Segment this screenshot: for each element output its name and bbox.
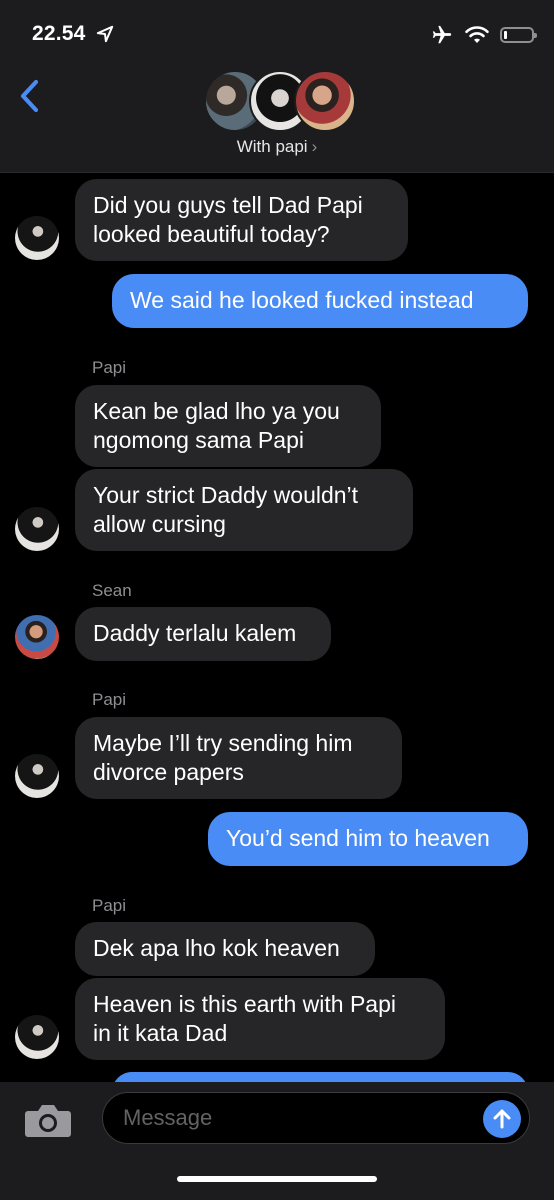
battery-icon bbox=[500, 27, 537, 43]
message-bubble: Kean be glad lho ya you ngomong sama Pap… bbox=[75, 385, 381, 467]
message-text: Did you guys tell Dad Papi bbox=[93, 192, 363, 218]
chat-header: 22.54 With papi › bbox=[0, 0, 554, 173]
message-bubble: Did you guys tell Dad Papi looked beauti… bbox=[75, 179, 408, 261]
location-arrow-icon bbox=[96, 25, 114, 43]
message-bubble: Maybe I’ll try sending him divorce paper… bbox=[75, 717, 402, 799]
avatar[interactable] bbox=[15, 754, 59, 798]
avatar[interactable] bbox=[15, 216, 59, 260]
message-bubble-outgoing: You’d send him to heaven bbox=[208, 812, 528, 866]
home-indicator[interactable] bbox=[177, 1176, 377, 1182]
wifi-icon bbox=[465, 26, 489, 43]
message-text: looked beautiful today? bbox=[93, 221, 330, 247]
message-text: Heaven is this earth with Papi bbox=[93, 991, 396, 1017]
message-bubble: Dek apa lho kok heaven bbox=[75, 922, 375, 976]
sender-name: Papi bbox=[92, 358, 127, 377]
chevron-left-icon[interactable] bbox=[14, 76, 44, 116]
group-name[interactable]: With papi › bbox=[0, 137, 554, 157]
group-name-text: With papi bbox=[236, 137, 308, 156]
send-button[interactable] bbox=[483, 1100, 521, 1138]
avatar[interactable] bbox=[15, 615, 59, 659]
message-text: allow cursing bbox=[93, 511, 226, 537]
message-bubble: Heaven is this earth with Papi in it kat… bbox=[75, 978, 445, 1060]
sender-name: Sean bbox=[92, 581, 132, 600]
message-input[interactable]: Message bbox=[102, 1092, 530, 1144]
avatar[interactable] bbox=[15, 507, 59, 551]
message-text: You’d send him to heaven bbox=[226, 825, 490, 851]
battery-fill bbox=[504, 31, 507, 39]
message-text: Maybe I’ll try sending him bbox=[93, 730, 353, 756]
message-placeholder: Message bbox=[123, 1105, 213, 1130]
battery-nub bbox=[534, 33, 537, 38]
group-avatars[interactable] bbox=[204, 70, 356, 132]
message-text: ngomong sama Papi bbox=[93, 427, 304, 453]
message-text: We said he looked fucked instead bbox=[130, 287, 474, 313]
arrow-up-icon bbox=[493, 1109, 511, 1129]
compose-bar: Message bbox=[0, 1082, 554, 1200]
message-text: Daddy terlalu kalem bbox=[93, 620, 297, 646]
message-text: Dek apa lho kok heaven bbox=[93, 935, 340, 961]
message-text: divorce papers bbox=[93, 759, 244, 785]
status-icons bbox=[430, 22, 537, 48]
message-bubble-outgoing: We said he looked fucked instead bbox=[112, 274, 528, 328]
sender-name: Papi bbox=[92, 896, 127, 915]
sender-name: Papi bbox=[92, 690, 127, 709]
message-bubble: Your strict Daddy wouldn’t allow cursing bbox=[75, 469, 413, 551]
status-time: 22.54 bbox=[32, 22, 86, 45]
message-bubble: Daddy terlalu kalem bbox=[75, 607, 331, 661]
camera-icon[interactable] bbox=[24, 1101, 72, 1139]
message-text: Kean be glad lho ya you bbox=[93, 398, 340, 424]
avatar[interactable] bbox=[15, 1015, 59, 1059]
message-text: in it kata Dad bbox=[93, 1020, 228, 1046]
message-text: Your strict Daddy wouldn’t bbox=[93, 482, 359, 508]
chevron-right-icon: › bbox=[311, 137, 318, 156]
airplane-icon bbox=[432, 25, 452, 44]
avatar bbox=[294, 70, 356, 132]
